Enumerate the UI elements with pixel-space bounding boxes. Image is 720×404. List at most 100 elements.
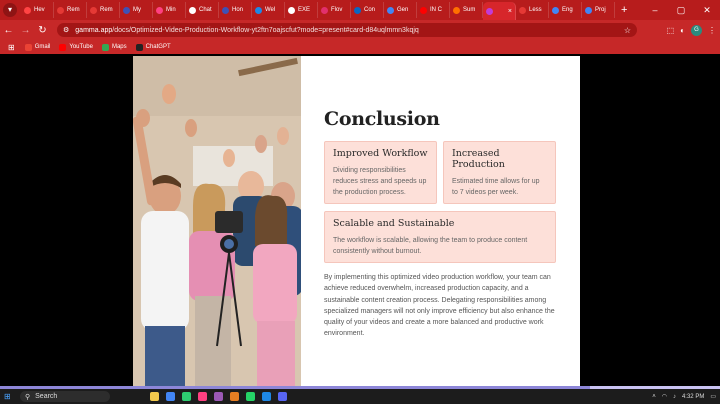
close-tab-icon[interactable]: ×	[508, 8, 512, 15]
taskbar-app-icon[interactable]	[166, 392, 175, 401]
bookmarks-bar: ⊞ Gmail YouTube Maps ChatGPT	[0, 40, 720, 54]
browser-tab[interactable]: Min	[153, 2, 186, 18]
new-tab-button[interactable]: +	[621, 4, 627, 16]
bookmark-label: YouTube	[69, 44, 93, 50]
browser-tab[interactable]: Less	[516, 2, 549, 18]
bookmark-label: Gmail	[34, 44, 51, 50]
conclusion-paragraph: By implementing this optimized video pro…	[324, 274, 555, 338]
browser-tab[interactable]: EXE	[285, 2, 318, 18]
card-heading: Scalable and Sustainable	[333, 218, 455, 229]
windows-start-icon[interactable]: ⊞	[4, 392, 16, 401]
browser-tab[interactable]: IN C	[417, 2, 450, 18]
tab-favicon-icon	[24, 6, 31, 14]
taskbar-app-icon[interactable]	[214, 392, 223, 401]
apps-grid-icon[interactable]: ⊞	[8, 43, 15, 52]
slide-card: Conclusion Improved Workflow Dividing re…	[133, 56, 580, 386]
tray-chevron-icon[interactable]: ˄	[652, 394, 656, 400]
browser-tab[interactable]: Con	[351, 2, 384, 18]
card-body: Estimated time allows for up to 7 videos…	[452, 178, 540, 196]
back-arrow-icon[interactable]: ←	[0, 25, 17, 36]
bookmark-chatgpt[interactable]: ChatGPT	[135, 43, 171, 51]
taskbar-app-icon[interactable]	[278, 392, 287, 401]
slide-title: Conclusion	[324, 108, 440, 130]
tab-label: My	[133, 7, 141, 13]
search-icon: ⚲	[25, 393, 31, 401]
browser-tab[interactable]: ×	[483, 2, 516, 20]
browser-tab[interactable]: My	[120, 2, 153, 18]
bookmark-gmail[interactable]: Gmail	[24, 43, 51, 51]
site-info-icon[interactable]: ⚙	[63, 26, 69, 34]
team-photo-illustration	[133, 56, 301, 386]
improved-workflow-card: Improved Workflow Dividing responsibilit…	[324, 141, 437, 204]
tab-favicon-icon	[486, 7, 493, 15]
browser-tab[interactable]: Wel	[252, 2, 285, 18]
browser-tab[interactable]: Proj	[582, 2, 615, 18]
minimize-icon[interactable]: –	[642, 5, 668, 15]
presentation-viewport: Conclusion Improved Workflow Dividing re…	[0, 54, 720, 386]
maps-icon	[101, 43, 109, 51]
tab-favicon-icon	[156, 6, 163, 14]
bookmark-maps[interactable]: Maps	[101, 43, 127, 51]
tab-favicon-icon	[387, 6, 394, 14]
browser-tab[interactable]: Eng	[549, 2, 582, 18]
card-heading: Improved Workflow	[333, 148, 428, 159]
browser-tab[interactable]: Hon	[219, 2, 252, 18]
close-window-icon[interactable]: ✕	[694, 5, 720, 16]
bookmark-label: Maps	[111, 44, 127, 50]
tab-favicon-icon	[123, 6, 130, 14]
tab-favicon-icon	[57, 6, 64, 14]
tab-label: EXE	[298, 7, 311, 13]
bookmark-youtube[interactable]: YouTube	[59, 43, 93, 51]
browser-menu-icon[interactable]: ⋮	[708, 26, 716, 35]
notification-icon[interactable]: ▭	[710, 393, 716, 400]
tab-search-icon[interactable]: ▾	[3, 3, 17, 17]
account-sync-icon[interactable]: ◐	[680, 26, 685, 35]
tab-favicon-icon	[90, 6, 97, 14]
tab-label: Con	[364, 7, 376, 13]
taskbar-app-icon[interactable]	[150, 392, 159, 401]
toolbar-right: ⬚ ◐ G ⋮	[667, 20, 716, 40]
tab-favicon-icon	[288, 6, 295, 14]
maximize-icon[interactable]: ▢	[668, 5, 694, 16]
tab-label: Flov	[331, 7, 343, 13]
bookmark-label: ChatGPT	[145, 44, 171, 50]
browser-tab[interactable]: Flov	[318, 2, 351, 18]
taskbar-search[interactable]: ⚲ Search	[20, 391, 110, 402]
wifi-icon[interactable]: ◠	[662, 393, 667, 400]
tab-list: Hev Rem Rem My Min Chat Hon Wel EXE Flov Con Gen IN …	[21, 0, 615, 20]
url-bar[interactable]: ⚙ gamma.app/docs/Optimized-Video-Product…	[57, 23, 637, 37]
profile-avatar[interactable]: G	[691, 24, 702, 36]
clock-time[interactable]: 4:32 PM	[682, 394, 704, 400]
scalable-sustainable-card: Scalable and Sustainable The workflow is…	[324, 211, 556, 263]
tab-favicon-icon	[519, 6, 526, 14]
tab-favicon-icon	[420, 6, 427, 14]
browser-tab[interactable]: Hev	[21, 2, 54, 18]
tab-label: Proj	[595, 7, 606, 13]
tab-label: Min	[166, 7, 176, 13]
address-toolbar: ← → ↻ ⚙ gamma.app/docs/Optimized-Video-P…	[0, 20, 720, 40]
volume-icon[interactable]: ♪	[673, 394, 676, 400]
tab-favicon-icon	[552, 6, 559, 14]
tab-label: Less	[529, 7, 542, 13]
taskbar-app-icon[interactable]	[246, 392, 255, 401]
card-body: The workflow is scalable, allowing the t…	[333, 237, 528, 255]
extensions-icon[interactable]: ⬚	[667, 26, 675, 35]
browser-tab[interactable]: Sum	[450, 2, 483, 18]
tab-favicon-icon	[585, 6, 592, 14]
browser-tab[interactable]: Chat	[186, 2, 219, 18]
browser-tab[interactable]: Gen	[384, 2, 417, 18]
forward-arrow-icon[interactable]: →	[17, 25, 34, 36]
bookmark-star-icon[interactable]: ☆	[624, 26, 631, 35]
taskbar-app-icon[interactable]	[198, 392, 207, 401]
browser-tab[interactable]: Rem	[54, 2, 87, 18]
browser-tab-strip: ▾ Hev Rem Rem My Min Chat Hon Wel EXE Flov Con Gen I…	[0, 0, 720, 20]
browser-tab[interactable]: Rem	[87, 2, 120, 18]
reload-icon[interactable]: ↻	[34, 25, 51, 36]
tab-label: Hon	[232, 7, 244, 13]
taskbar-app-icon[interactable]	[230, 392, 239, 401]
tab-label: Chat	[199, 7, 212, 13]
tab-label: Wel	[265, 7, 276, 13]
tab-favicon-icon	[222, 6, 229, 14]
taskbar-app-icon[interactable]	[262, 392, 271, 401]
taskbar-app-icon[interactable]	[182, 392, 191, 401]
